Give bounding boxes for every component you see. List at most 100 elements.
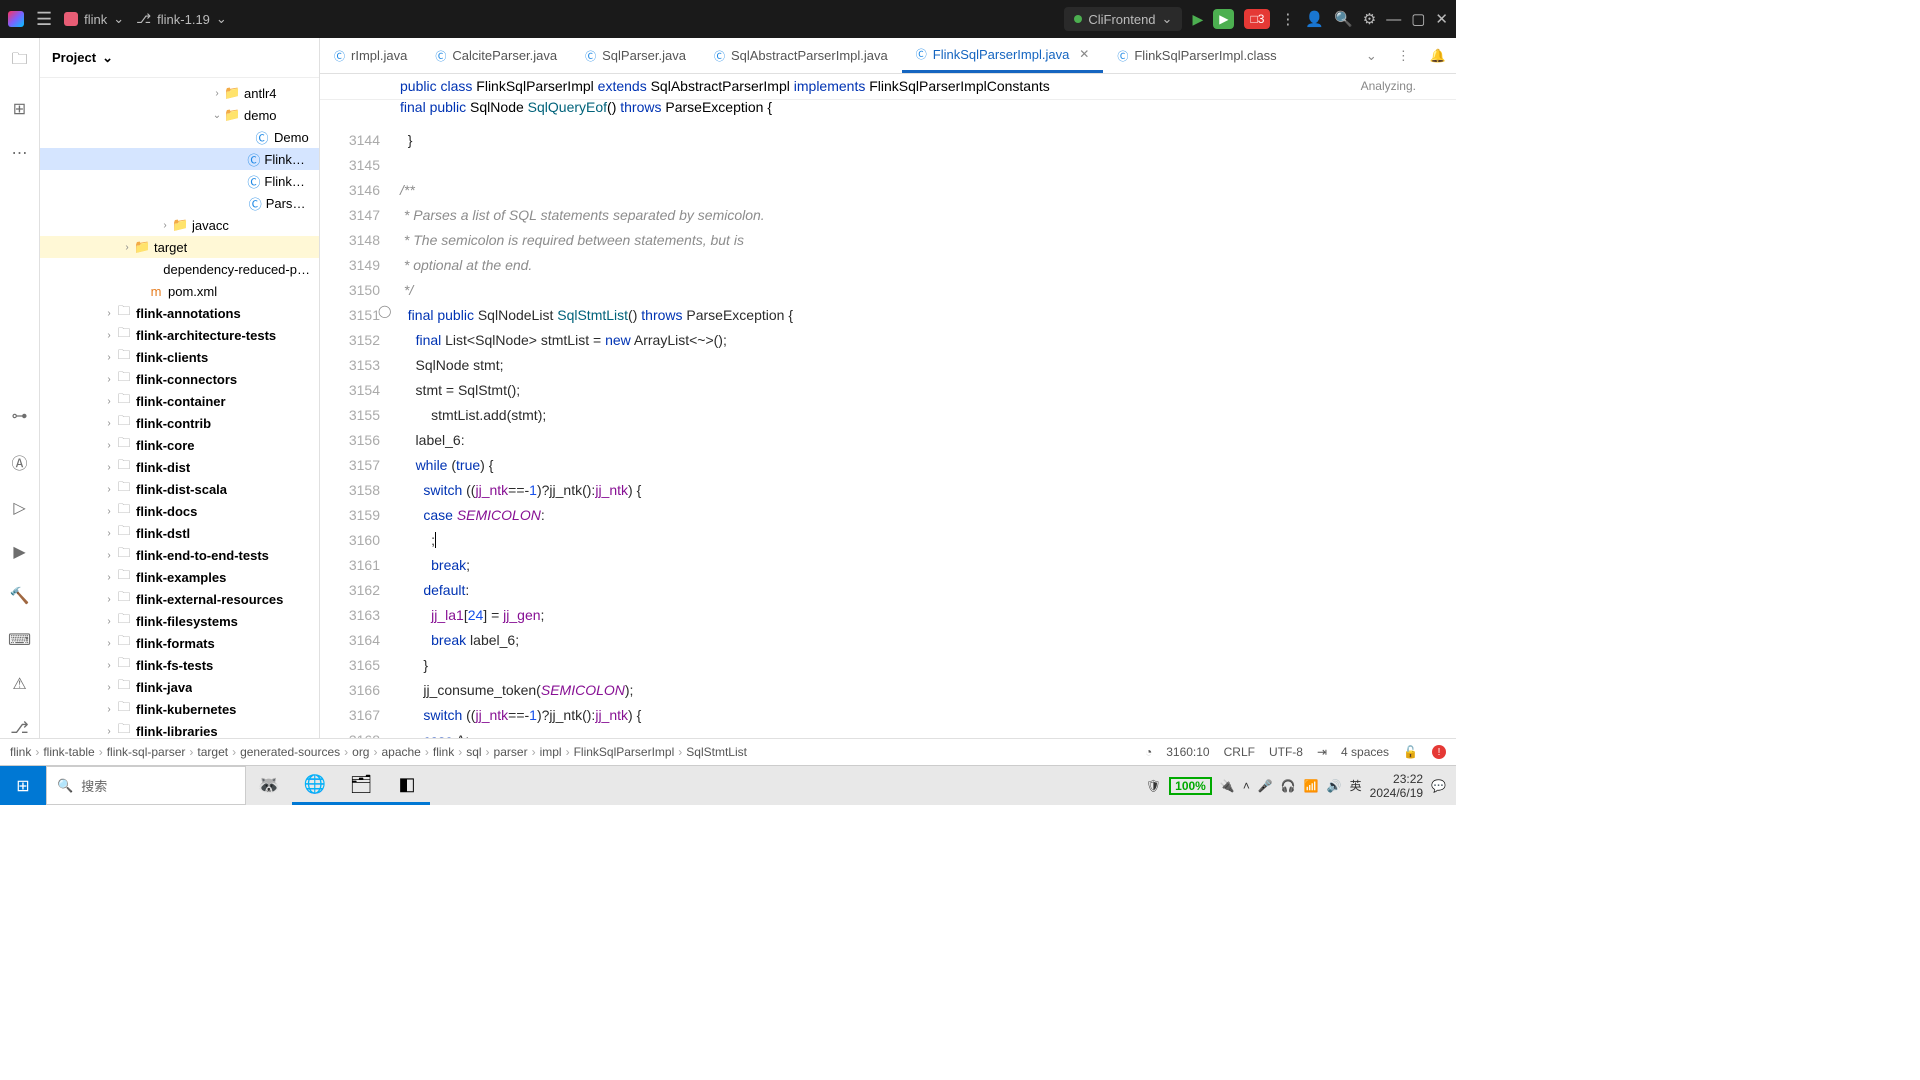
debug-badge[interactable]: ▶ <box>1213 9 1234 29</box>
tree-row[interactable]: ›🗀flink-examples <box>40 566 319 588</box>
build-icon[interactable]: 🔨 <box>10 586 30 606</box>
services-icon[interactable]: ▷ <box>13 498 25 518</box>
tree-row[interactable]: ›🗀flink-container <box>40 390 319 412</box>
tree-row[interactable]: ›🗀flink-formats <box>40 632 319 654</box>
settings-icon[interactable]: ⚙ <box>1363 10 1376 28</box>
run-icon[interactable]: ▶ <box>1192 11 1203 28</box>
code-editor[interactable]: 221 3138 public class FlinkSqlParserImpl… <box>320 74 1456 738</box>
branch-selector[interactable]: ⎇ flink-1.19 ⌄ <box>136 11 227 27</box>
tree-row[interactable]: ›🗀flink-clients <box>40 346 319 368</box>
tree-row[interactable]: ⒸFlinkSQLDemo <box>40 170 319 192</box>
run-tool-icon[interactable]: ▶ <box>13 542 25 562</box>
tray-volume-icon[interactable]: 🔊 <box>1327 779 1342 793</box>
breadcrumb-item[interactable]: apache <box>381 745 420 759</box>
run-config-selector[interactable]: CliFrontend ⌄ <box>1064 7 1182 31</box>
line-separator[interactable]: CRLF <box>1224 745 1255 759</box>
breadcrumb-item[interactable]: flink-sql-parser <box>107 745 186 759</box>
tree-row[interactable]: ›🗀flink-external-resources <box>40 588 319 610</box>
start-button[interactable]: ⊞ <box>0 766 46 805</box>
tab-action-icon[interactable]: ⌄ <box>1356 48 1387 64</box>
taskbar-app-explorer[interactable]: 🗂 <box>338 766 384 805</box>
taskbar-search[interactable]: 🔍 搜索 <box>46 766 246 805</box>
editor-tab[interactable]: ⒸFlinkSqlParserImpl.class <box>1103 38 1290 73</box>
tree-row[interactable]: ⒸDemo <box>40 126 319 148</box>
tray-mic-icon[interactable]: 🎤 <box>1258 779 1273 793</box>
editor-tab[interactable]: ⒸrImpl.java <box>320 38 421 73</box>
caret-position[interactable]: 3160:10 <box>1166 745 1209 759</box>
editor-tab[interactable]: ⒸCalciteParser.java <box>421 38 571 73</box>
tree-row[interactable]: ›📁javacc <box>40 214 319 236</box>
notifications-icon[interactable]: 💬 <box>1431 779 1446 793</box>
taskbar-clock[interactable]: 23:22 2024/6/19 <box>1370 772 1423 800</box>
breadcrumb-item[interactable]: flink <box>433 745 454 759</box>
commit-icon[interactable]: ⊶ <box>12 406 28 426</box>
clock-icon[interactable]: ◔ <box>1145 745 1152 759</box>
tree-row[interactable]: ›🗀flink-contrib <box>40 412 319 434</box>
project-panel-header[interactable]: Project ⌄ <box>40 38 319 78</box>
breadcrumb-path[interactable]: flink›flink-table›flink-sql-parser›targe… <box>10 745 747 759</box>
maximize-icon[interactable]: ▢ <box>1411 10 1425 28</box>
tree-row[interactable]: ›🗀flink-core <box>40 434 319 456</box>
tree-row[interactable]: ›🗀flink-libraries <box>40 720 319 738</box>
tray-chevron-icon[interactable]: ˄ <box>1243 779 1250 793</box>
account-icon[interactable]: 👤 <box>1305 10 1324 28</box>
tree-row[interactable]: ›🗀flink-dist <box>40 456 319 478</box>
tree-row[interactable]: ›🗀flink-docs <box>40 500 319 522</box>
file-encoding[interactable]: UTF-8 <box>1269 745 1303 759</box>
override-gutter-icon[interactable]: ◯ <box>378 304 391 318</box>
breadcrumb-item[interactable]: sql <box>466 745 481 759</box>
breadcrumb-item[interactable]: flink-table <box>43 745 94 759</box>
editor-tab[interactable]: ⒸSqlParser.java <box>571 38 700 73</box>
more-icon[interactable]: ⋮ <box>1280 10 1295 28</box>
tree-row[interactable]: ⌄📁demo <box>40 104 319 126</box>
project-selector[interactable]: flink ⌄ <box>64 11 124 27</box>
tree-row[interactable]: mpom.xml <box>40 280 319 302</box>
tray-headset-icon[interactable]: 🎧 <box>1281 779 1296 793</box>
readonly-icon[interactable]: 🔓 <box>1403 745 1418 759</box>
error-indicator-icon[interactable]: ! <box>1432 745 1446 759</box>
notifications-icon[interactable]: 🔔 <box>1420 48 1456 64</box>
taskbar-app-intellij[interactable]: ◧ <box>384 766 430 805</box>
tree-row[interactable]: ›🗀flink-architecture-tests <box>40 324 319 346</box>
tree-row[interactable]: ›🗀flink-annotations <box>40 302 319 324</box>
tree-row[interactable]: ›🗀flink-fs-tests <box>40 654 319 676</box>
taskbar-app-chrome[interactable]: 🌐 <box>292 766 338 805</box>
breadcrumb-item[interactable]: generated-sources <box>240 745 340 759</box>
breadcrumb-item[interactable]: impl <box>540 745 562 759</box>
editor-tab[interactable]: ⒸFlinkSqlParserImpl.java✕ <box>902 38 1104 73</box>
breadcrumb-item[interactable]: parser <box>494 745 528 759</box>
problems-icon[interactable]: ⚠ <box>12 674 26 694</box>
tree-row[interactable]: ›🗀flink-filesystems <box>40 610 319 632</box>
taskbar-app-raccoon[interactable]: 🦝 <box>246 766 292 805</box>
more-tool-icon[interactable]: ⋯ <box>12 143 28 163</box>
code-content[interactable]: } /** * Parses a list of SQL statements … <box>390 124 793 738</box>
tree-row[interactable]: dependency-reduced-pom.xml <box>40 258 319 280</box>
structure-tool-icon[interactable]: ⊞ <box>13 99 26 119</box>
battery-indicator[interactable]: 100% <box>1169 777 1212 795</box>
tree-row[interactable]: ⒸFlinkSQLDateg <box>40 148 319 170</box>
tree-row[interactable]: ›📁antlr4 <box>40 82 319 104</box>
tray-wifi-icon[interactable]: 📶 <box>1304 779 1319 793</box>
breadcrumb-item[interactable]: SqlStmtList <box>686 745 747 759</box>
tree-row[interactable]: ›🗀flink-end-to-end-tests <box>40 544 319 566</box>
tree-row[interactable]: ›🗀flink-dstl <box>40 522 319 544</box>
tree-row[interactable]: ›🗀flink-dist-scala <box>40 478 319 500</box>
search-icon[interactable]: 🔍 <box>1334 10 1353 28</box>
breadcrumb-item[interactable]: org <box>352 745 369 759</box>
tree-row[interactable]: ›📁target <box>40 236 319 258</box>
editor-tab[interactable]: ⒸSqlAbstractParserImpl.java <box>700 38 902 73</box>
system-tray[interactable]: 🛡 100% 🔌 ˄ 🎤 🎧 📶 🔊 英 23:22 2024/6/19 💬 <box>1136 772 1456 800</box>
tray-shield-icon[interactable]: 🛡 <box>1146 779 1161 793</box>
terminal-icon[interactable]: ⌨ <box>8 630 31 650</box>
tab-action-icon[interactable]: ⋮ <box>1387 48 1420 64</box>
vcs-icon[interactable]: ⎇ <box>10 718 28 738</box>
breadcrumb-item[interactable]: FlinkSqlParserImpl <box>574 745 675 759</box>
tree-row[interactable]: ›🗀flink-kubernetes <box>40 698 319 720</box>
ime-indicator[interactable]: 英 <box>1350 777 1362 794</box>
stop-badge[interactable]: □3 <box>1244 9 1270 29</box>
ai-icon[interactable]: Ⓐ <box>11 450 27 474</box>
close-icon[interactable]: ✕ <box>1435 10 1448 28</box>
minimize-icon[interactable]: — <box>1386 11 1401 28</box>
tree-row[interactable]: ›🗀flink-connectors <box>40 368 319 390</box>
project-tree[interactable]: ›📁antlr4⌄📁demoⒸDemoⒸFlinkSQLDategⒸFlinkS… <box>40 78 319 738</box>
